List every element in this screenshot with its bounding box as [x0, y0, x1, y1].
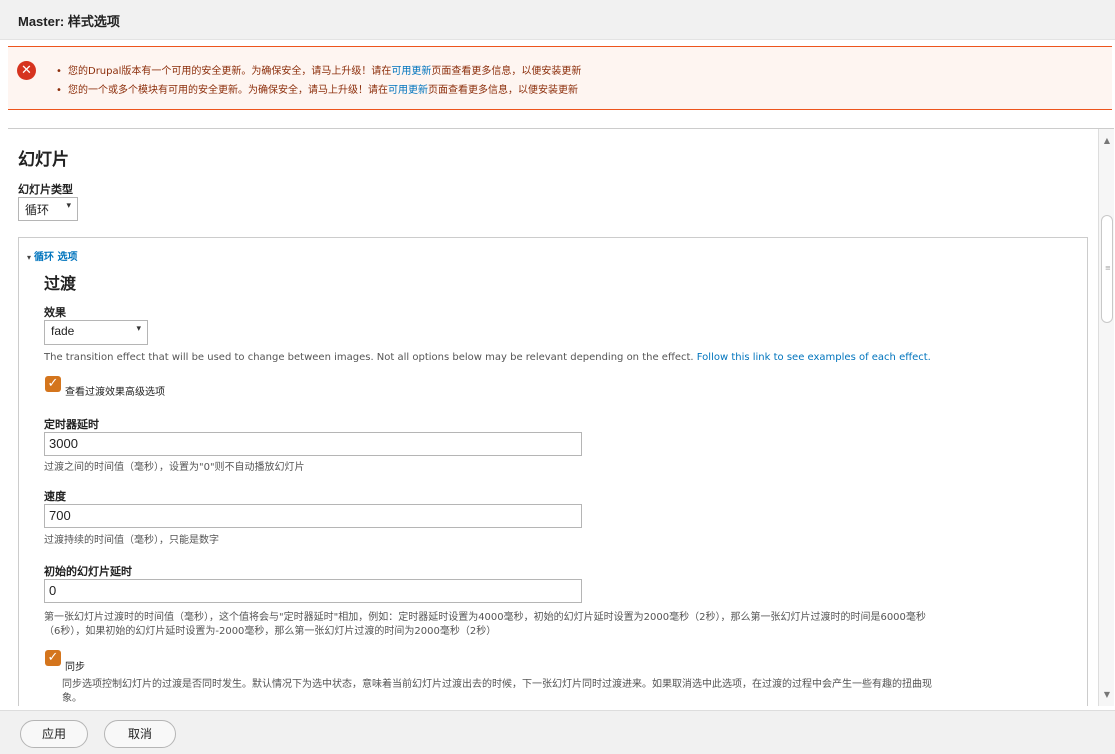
- effect-value: fade: [51, 324, 75, 338]
- apply-button[interactable]: 应用: [20, 720, 88, 748]
- error-text: 您的Drupal版本有一个可用的安全更新。为确保安全，请马上升级！请在: [68, 66, 392, 77]
- available-updates-link[interactable]: 可用更新: [391, 66, 431, 77]
- advanced-options-checkbox[interactable]: ✓: [45, 376, 61, 392]
- error-list: 您的Drupal版本有一个可用的安全更新。为确保安全，请马上升级！请在可用更新页…: [56, 62, 581, 100]
- chevron-down-icon: ▾: [136, 323, 141, 333]
- speed-label: 速度: [44, 490, 66, 503]
- slideshow-type-label: 幻灯片类型: [18, 183, 73, 196]
- timeout-description: 过渡之间的时间值（毫秒），设置为"0"则不自动播放幻灯片: [44, 462, 305, 473]
- form-scroll-area[interactable]: 幻灯片 幻灯片类型 循环 ▾ ▾ 循环 选项 过渡 效果 fade ▾ The t…: [8, 128, 1114, 706]
- initial-delay-description-1: 第一张幻灯片过渡时的时间值（毫秒），这个值将会与"定时器延时"相加，例如：定时器…: [44, 612, 926, 623]
- error-icon: ✕: [17, 61, 36, 80]
- error-item: 您的Drupal版本有一个可用的安全更新。为确保安全，请马上升级！请在可用更新页…: [56, 62, 581, 81]
- sync-description-1: 同步选项控制幻灯片的过渡是否同时发生。默认情况下为选中状态，意味着当前幻灯片过渡…: [62, 679, 932, 690]
- collapse-triangle-icon: ▾: [27, 253, 32, 262]
- sync-label: 同步: [65, 662, 85, 673]
- initial-delay-label: 初始的幻灯片延时: [44, 565, 132, 578]
- timeout-input[interactable]: 3000: [44, 432, 582, 456]
- scroll-up-icon[interactable]: ▲: [1101, 135, 1113, 147]
- available-updates-link[interactable]: 可用更新: [388, 85, 428, 96]
- error-text: 您的一个或多个模块有可用的安全更新。为确保安全，请马上升级！请在: [68, 85, 388, 96]
- dialog-titlebar: Master: 样式选项: [0, 0, 1115, 40]
- slideshow-type-value: 循环: [25, 203, 50, 217]
- speed-description: 过渡持续的时间值（毫秒），只能是数字: [44, 535, 219, 546]
- effect-description: The transition effect that will be used …: [44, 351, 1084, 365]
- effect-select[interactable]: fade ▾: [44, 320, 148, 345]
- scroll-down-icon[interactable]: ▼: [1101, 689, 1113, 701]
- cycle-options-toggle[interactable]: ▾ 循环 选项: [27, 248, 78, 263]
- initial-delay-input[interactable]: 0: [44, 579, 582, 603]
- grip-icon: ≡: [1105, 264, 1111, 272]
- dialog-title: Master: 样式选项: [18, 14, 120, 29]
- vertical-scrollbar[interactable]: ▲ ≡ ▼: [1098, 129, 1114, 706]
- chevron-down-icon: ▾: [66, 200, 71, 210]
- error-text: 页面查看更多信息，以便安装更新: [428, 85, 578, 96]
- slideshow-type-select[interactable]: 循环 ▾: [18, 197, 78, 221]
- slideshow-heading: 幻灯片: [18, 150, 69, 170]
- error-messages: ✕ 您的Drupal版本有一个可用的安全更新。为确保安全，请马上升级！请在可用更…: [8, 46, 1112, 110]
- sync-description-2: 象。: [62, 693, 82, 704]
- speed-input[interactable]: 700: [44, 504, 582, 528]
- error-item: 您的一个或多个模块有可用的安全更新。为确保安全，请马上升级！请在可用更新页面查看…: [56, 81, 581, 100]
- scrollbar-thumb[interactable]: ≡: [1101, 215, 1113, 323]
- dialog-footer: 应用 取消: [0, 710, 1115, 754]
- sync-checkbox[interactable]: ✓: [45, 650, 61, 666]
- cycle-options-legend: 循环 选项: [34, 252, 78, 263]
- effect-desc-text: The transition effect that will be used …: [44, 352, 694, 363]
- cycle-options-fieldset: ▾ 循环 选项 过渡 效果 fade ▾ The transition effec…: [18, 237, 1088, 706]
- error-text: 页面查看更多信息，以便安装更新: [431, 66, 582, 77]
- effect-label: 效果: [44, 306, 66, 319]
- advanced-options-label: 查看过渡效果高级选项: [65, 387, 165, 398]
- initial-delay-description-2: （6秒），如果初始的幻灯片延时设置为-2000毫秒，那么第一张幻灯片过渡的时间为…: [44, 626, 497, 637]
- effect-examples-link[interactable]: Follow this link to see examples of each…: [697, 352, 931, 363]
- transition-heading: 过渡: [44, 274, 77, 293]
- cancel-button[interactable]: 取消: [104, 720, 176, 748]
- timeout-label: 定时器延时: [44, 418, 99, 431]
